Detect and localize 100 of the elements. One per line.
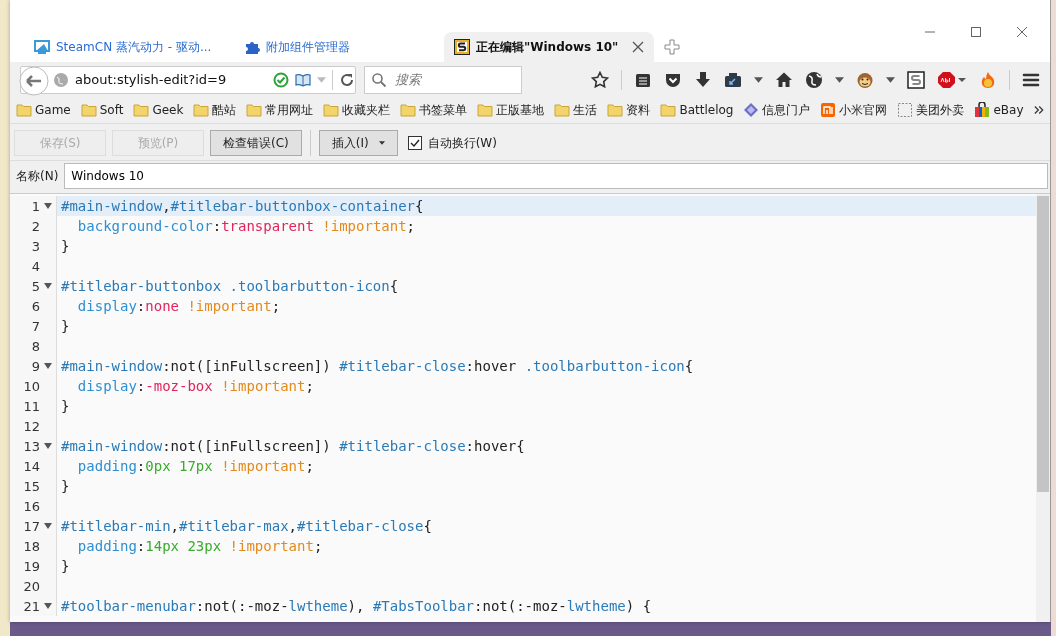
- stop-sign-icon[interactable]: [937, 70, 967, 89]
- name-field[interactable]: Windows 10: [64, 163, 1048, 189]
- square-logo-icon: [820, 102, 837, 118]
- reload-icon[interactable]: [339, 71, 355, 88]
- search-icon: [371, 71, 387, 88]
- folder-icon: [246, 102, 263, 118]
- browser-tab[interactable]: 正在编辑"Windows 10": [444, 32, 654, 62]
- line-number: 19: [23, 558, 40, 574]
- monkey-face-icon[interactable]: [856, 70, 874, 89]
- check-circle-icon: [273, 71, 289, 88]
- code-line: }: [61, 478, 70, 494]
- maximize-icon[interactable]: [970, 26, 982, 38]
- fold-triangle-icon[interactable]: [44, 523, 52, 529]
- line-number: 3: [31, 238, 40, 254]
- bookmark-item[interactable]: 美团外卖: [897, 101, 965, 119]
- folder-icon: [554, 102, 571, 118]
- browser-tab[interactable]: SteamCN 蒸汽动力 - 驱动...: [24, 32, 234, 62]
- line-number: 7: [31, 318, 40, 334]
- code-line: #titlebar-min,#titlebar-max,#titlebar-close{: [61, 518, 432, 534]
- bookmark-item[interactable]: 书签菜单: [400, 101, 468, 119]
- bookmark-item[interactable]: 常用网址: [246, 101, 314, 119]
- fold-triangle-icon[interactable]: [44, 363, 52, 369]
- word-wrap-checkbox[interactable]: 自动换行(W): [407, 134, 497, 152]
- letter-s-icon: [454, 39, 470, 55]
- insert-dropdown[interactable]: 插入(I): [318, 130, 398, 156]
- line-number: 9: [31, 358, 40, 374]
- bookmark-item[interactable]: 正版基地: [477, 101, 545, 119]
- code-line: #main-window,#titlebar-buttonbox-container{: [61, 198, 424, 214]
- code-line: display:none !important;: [76, 298, 281, 314]
- folder-icon: [133, 102, 150, 118]
- line-number: 16: [23, 498, 40, 514]
- line-number: 20: [23, 578, 40, 594]
- folder-icon: [323, 102, 340, 118]
- bookmark-item[interactable]: 小米官网: [820, 101, 888, 119]
- fold-triangle-icon[interactable]: [44, 283, 52, 289]
- scrollbar-thumb[interactable]: [1037, 196, 1049, 492]
- bookmark-item[interactable]: 生活: [554, 101, 598, 119]
- monitor-icon: [34, 39, 50, 55]
- folder-icon: [400, 102, 417, 118]
- search-bar[interactable]: 搜索: [364, 65, 522, 94]
- caret-icon[interactable]: [835, 76, 844, 83]
- fold-triangle-icon[interactable]: [44, 603, 52, 609]
- line-number: 18: [23, 538, 40, 554]
- line-number: 4: [31, 258, 40, 274]
- line-number: 8: [31, 338, 40, 354]
- star-icon[interactable]: [591, 70, 609, 89]
- shopping-bag-icon: [974, 102, 991, 118]
- code-line: display:-moz-box !important;: [76, 378, 314, 394]
- double-chevron-icon[interactable]: [1033, 105, 1044, 115]
- code-line: }: [61, 318, 70, 334]
- flame-face-icon[interactable]: [979, 70, 997, 89]
- bookmark-item[interactable]: 收藏夹栏: [323, 101, 391, 119]
- fold-triangle-icon[interactable]: [44, 443, 52, 449]
- folder-icon: [477, 102, 494, 118]
- bookmark-item[interactable]: 酷站: [193, 101, 237, 119]
- checkbox[interactable]: [407, 136, 422, 150]
- toolbar-button[interactable]: 检查错误(C): [210, 130, 302, 156]
- bookmark-item[interactable]: 资料: [607, 101, 651, 119]
- tab-title: 正在编辑"Windows 10": [476, 38, 620, 56]
- line-number: 13: [23, 438, 40, 454]
- globe-icon[interactable]: [805, 70, 823, 89]
- line-number: 17: [23, 518, 40, 534]
- scrollbar[interactable]: [1036, 194, 1050, 622]
- folder-icon: [16, 102, 32, 118]
- tab-title: 附加组件管理器: [266, 38, 351, 56]
- name-label: 名称(N): [16, 167, 59, 185]
- caret-icon[interactable]: [754, 76, 763, 83]
- line-number: 5: [31, 278, 40, 294]
- close-icon[interactable]: [632, 41, 644, 53]
- diamond-icon: [743, 102, 760, 118]
- address-bar[interactable]: about:stylish-edit?id=9: [20, 65, 356, 94]
- s-logo-icon[interactable]: [907, 70, 925, 89]
- code-line: #main-window:not([inFullscreen]) #titlebar-close:hover{: [61, 438, 525, 454]
- home-icon[interactable]: [775, 70, 793, 89]
- bookmark-item[interactable]: Battlelog: [660, 102, 734, 118]
- folder-icon: [660, 102, 677, 118]
- code-line: #toolbar-menubar:not(:-moz-lwtheme), #TabsToolbar:not(:-moz-lwtheme) {: [61, 598, 652, 614]
- bookmark-item[interactable]: Game: [16, 102, 71, 118]
- code-line: }: [61, 238, 70, 254]
- download-icon[interactable]: [694, 70, 712, 89]
- close-icon[interactable]: [1016, 26, 1028, 38]
- fold-triangle-icon[interactable]: [44, 203, 52, 209]
- line-number: 2: [31, 218, 40, 234]
- bookmark-item[interactable]: Geek: [133, 102, 184, 118]
- code-line: #titlebar-buttonbox .toolbarbutton-icon{: [61, 278, 399, 294]
- code-line: padding:14px 23px !important;: [76, 538, 323, 554]
- book-icon[interactable]: [295, 71, 311, 88]
- bookmark-item[interactable]: Soft: [80, 102, 124, 118]
- browser-tab[interactable]: 附加组件管理器: [234, 32, 444, 62]
- line-number: 11: [23, 398, 40, 414]
- bookmark-item[interactable]: eBay: [974, 102, 1024, 118]
- line-number: 10: [23, 378, 40, 394]
- line-number: 14: [23, 458, 40, 474]
- screenshot-icon[interactable]: [724, 70, 742, 89]
- caret-icon[interactable]: [886, 76, 895, 83]
- code-line: #main-window:not([inFullscreen]) #titlebar-close:hover .toolbarbutton-icon{: [61, 358, 694, 374]
- line-number: 6: [31, 298, 40, 314]
- puzzle-icon: [244, 39, 260, 55]
- line-number: 15: [23, 478, 40, 494]
- bookmark-item[interactable]: 信息门户: [743, 101, 811, 119]
